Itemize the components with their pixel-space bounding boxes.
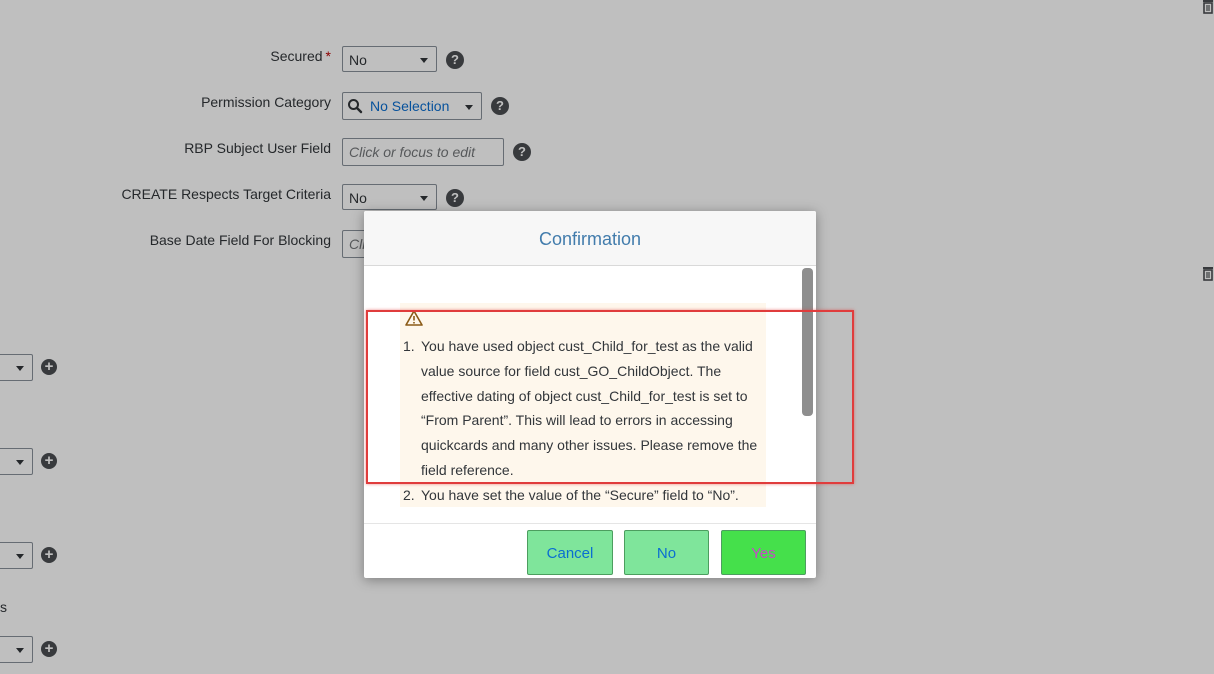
dialog-footer: Cancel No Yes	[364, 523, 816, 579]
annotation-highlight-box	[366, 310, 854, 484]
cancel-button[interactable]: Cancel	[527, 530, 613, 575]
dialog-title: Confirmation	[538, 229, 642, 249]
message-item: 2. You have set the value of the “Secure…	[403, 483, 763, 508]
yes-button[interactable]: Yes	[721, 530, 806, 575]
message-number: 2.	[403, 486, 415, 503]
dialog-header: Confirmation	[364, 211, 816, 266]
no-button[interactable]: No	[624, 530, 709, 575]
message-text: You have set the value of the “Secure” f…	[421, 486, 739, 503]
